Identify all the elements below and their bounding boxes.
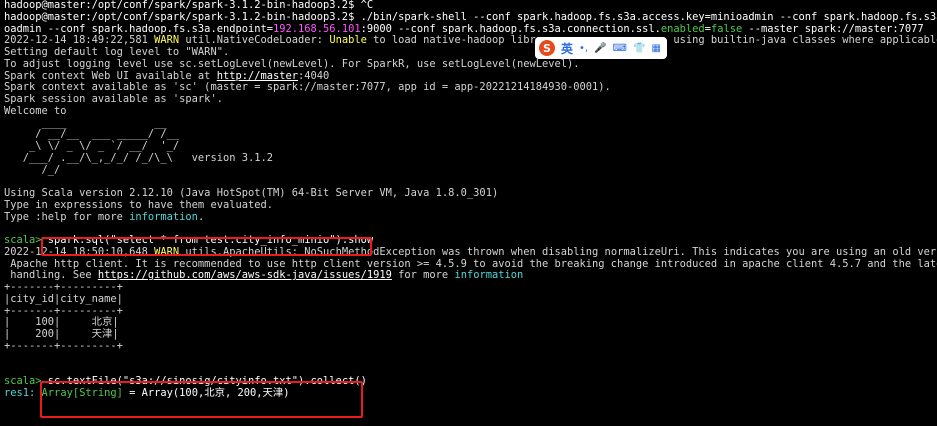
terminal-text: util.NativeCodeLoader: xyxy=(179,34,330,47)
terminal-text: Spark context available as 'sc' (master … xyxy=(4,81,611,94)
toolbox-icon[interactable]: ▦ xyxy=(651,43,660,54)
terminal-text: Spark context Web UI available at xyxy=(4,69,217,82)
terminal-text: Setting default log level to "WARN". xyxy=(4,46,230,58)
terminal-text: hadoop@master:/opt/conf/spark/spark-3.1.… xyxy=(4,0,374,11)
terminal-line: |city_id|city_name| xyxy=(4,292,937,306)
terminal-text: Welcome to xyxy=(4,104,67,117)
terminal-text: Spark session available as 'spark'. xyxy=(4,93,223,105)
terminal-text: false xyxy=(710,22,743,35)
terminal-text: :4040 xyxy=(298,69,330,82)
terminal-text: sc.textFile("s3a://sinosig/cityinfo.txt"… xyxy=(47,375,367,387)
terminal-text: 192.168.56.101 xyxy=(273,22,361,35)
terminal-text: Type :help for more xyxy=(4,210,130,223)
terminal-text: Unable xyxy=(329,34,367,47)
terminal-text: WARN xyxy=(154,245,180,258)
ime-toolbar[interactable]: S 英 •, 🎤 ⌨ 👕 ▦ xyxy=(535,37,667,59)
terminal-text: ____ __ xyxy=(4,116,167,129)
terminal-text: --master spark://master:7077 xyxy=(742,22,924,35)
terminal-text: for more xyxy=(391,269,455,282)
terminal-text: WARN xyxy=(154,34,180,47)
terminal-line: +-------+---------+ xyxy=(4,281,937,294)
terminal-text: / __/__ ___ _____/ /__ xyxy=(4,128,180,141)
terminal-text: oadmin --conf spark.hadoop.fs.s3a.endpoi… xyxy=(4,22,273,35)
terminal-text: +-------+---------+ xyxy=(4,281,123,293)
terminal-text: _\ \/ _ \/ _ `/ __/ '_/ xyxy=(4,140,180,152)
terminal-text: spark.sql("select * from test.city_info_… xyxy=(47,234,374,246)
keyboard-icon[interactable]: ⌨ xyxy=(613,43,627,54)
terminal-line: | 200| 天津| xyxy=(4,328,937,341)
terminal-text: Using Scala version 2.12.10 (Java HotSpo… xyxy=(4,187,499,199)
terminal-line: +-------+---------+ xyxy=(4,304,937,318)
terminal-link[interactable]: http://master xyxy=(217,70,298,82)
terminal-text: /_/ xyxy=(4,163,61,176)
terminal-text: Type in expressions to have them evaluat… xyxy=(4,198,273,211)
terminal-text: handling. See xyxy=(4,269,98,282)
terminal-text: . xyxy=(197,210,205,223)
terminal-line: Type :help for more information. xyxy=(4,210,937,224)
terminal-text: scala> xyxy=(4,234,48,246)
terminal-text: :9000 --conf spark.hadoop.fs.s3a.connect… xyxy=(360,22,661,35)
terminal-line: +-------+---------+ xyxy=(4,339,937,353)
terminal-line: res1: Array[String] = Array(100,北京, 200,… xyxy=(4,386,937,400)
punctuation-icon[interactable]: •, xyxy=(579,43,588,54)
terminal-text: Apache http client. It is recommended to… xyxy=(4,257,937,270)
input-mode-toggle[interactable]: 英 xyxy=(561,40,573,57)
terminal-text: | 100| 北京| xyxy=(4,316,119,329)
terminal-text: Array[String] xyxy=(41,386,123,399)
skin-icon[interactable]: 👕 xyxy=(633,43,645,54)
terminal-text: information xyxy=(454,269,524,282)
terminal-line: /_/ xyxy=(4,163,937,177)
terminal-text: hadoop@master:/opt/conf/spark/spark-3.1.… xyxy=(4,10,937,23)
terminal-text: enabled xyxy=(660,22,705,35)
terminal-line: handling. See https://github.com/aws/aws… xyxy=(4,269,937,282)
terminal-text: information xyxy=(129,210,198,223)
terminal-text: 2022-12-14 18:49:22,581 xyxy=(4,34,155,47)
terminal-text: | 200| 天津| xyxy=(4,328,119,340)
microphone-icon[interactable]: 🎤 xyxy=(594,43,606,54)
terminal-text: res1: xyxy=(4,386,42,399)
sogou-logo-icon[interactable]: S xyxy=(539,40,555,56)
terminal-text: To adjust logging level use sc.setLogLev… xyxy=(4,57,580,70)
terminal-line: Spark session available as 'spark'. xyxy=(4,93,937,106)
terminal-text: /___/ .__/\_,_/_/ /_/\_\ version 3.1.2 xyxy=(4,151,273,164)
terminal-text: |city_id|city_name| xyxy=(4,292,123,305)
terminal-text: scala> xyxy=(4,375,48,387)
terminal-text: +-------+---------+ xyxy=(4,304,123,317)
terminal-text: utils.ApacheUtils: NoSuchMethodException… xyxy=(179,245,937,258)
terminal-text: 2022-12-14 18:50:10,648 xyxy=(4,245,155,258)
terminal-window[interactable]: hadoop@master:/opt/conf/spark/spark-3.1.… xyxy=(0,0,937,426)
terminal-line: | 100| 北京| xyxy=(4,316,937,329)
terminal-text: +-------+---------+ xyxy=(4,339,123,352)
terminal-text: = Array(100,北京, 200,天津) xyxy=(122,386,290,399)
terminal-link[interactable]: https://github.com/aws/aws-sdk-java/issu… xyxy=(98,269,392,281)
terminal-line: /___/ .__/\_,_/_/ /_/\_\ version 3.1.2 xyxy=(4,151,937,165)
